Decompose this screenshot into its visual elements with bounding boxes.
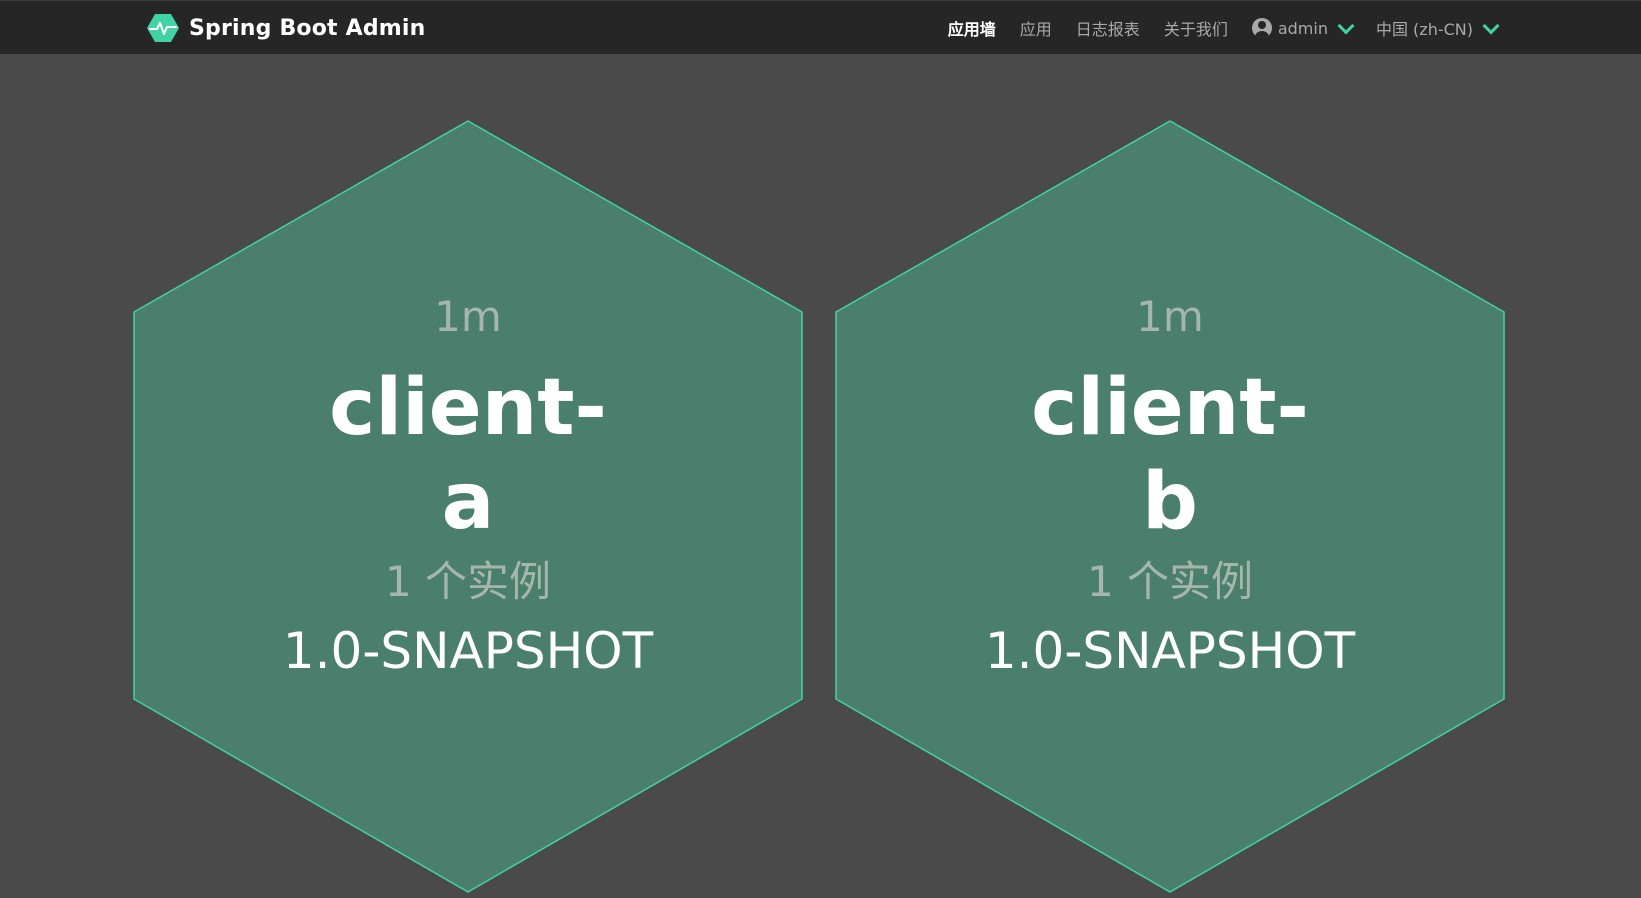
application-name: client- b — [870, 361, 1470, 549]
top-navbar: Spring Boot Admin 应用墙 应用 日志报表 关于我们 admin… — [0, 0, 1641, 54]
application-version: 1.0-SNAPSHOT — [282, 622, 654, 680]
application-tile-client-b[interactable]: 1m client- b 1 个实例 1.0-SNAPSHOT — [870, 54, 1470, 898]
application-version: 1.0-SNAPSHOT — [984, 622, 1356, 680]
nav-item-applications[interactable]: 应用 — [1020, 16, 1052, 40]
nav-item-journal[interactable]: 日志报表 — [1076, 16, 1140, 40]
application-name-line1: client- — [329, 363, 607, 453]
application-name-line1: client- — [1031, 363, 1309, 453]
application-wallboard: 1m client- a 1 个实例 1.0-SNAPSHOT 1m clien… — [0, 54, 1641, 898]
heartbeat-hexagon-icon — [147, 14, 179, 42]
application-age: 1m — [1136, 292, 1204, 341]
user-menu-dropdown[interactable]: admin — [1251, 17, 1355, 38]
application-name-line2: b — [1142, 457, 1198, 547]
instance-count: 1 个实例 — [384, 557, 552, 606]
user-name: admin — [1277, 18, 1328, 38]
application-name-line2: a — [441, 457, 495, 547]
user-circle-icon — [1251, 18, 1272, 38]
application-name: client- a — [168, 361, 768, 549]
application-age: 1m — [434, 292, 502, 341]
chevron-down-icon — [1337, 17, 1355, 34]
nav-item-wallboard[interactable]: 应用墙 — [948, 16, 996, 40]
nav-menu: 应用墙 应用 日志报表 关于我们 admin 中国 (zh-CN) — [924, 1, 1500, 55]
nav-item-about[interactable]: 关于我们 — [1164, 16, 1228, 40]
brand-link[interactable]: Spring Boot Admin — [147, 13, 426, 43]
language-dropdown[interactable]: 中国 (zh-CN) — [1375, 16, 1500, 40]
brand-title: Spring Boot Admin — [189, 15, 426, 41]
language-label: 中国 (zh-CN) — [1375, 20, 1473, 39]
instance-count: 1 个实例 — [1086, 557, 1254, 606]
chevron-down-icon — [1482, 17, 1500, 34]
application-tile-client-a[interactable]: 1m client- a 1 个实例 1.0-SNAPSHOT — [168, 54, 768, 898]
